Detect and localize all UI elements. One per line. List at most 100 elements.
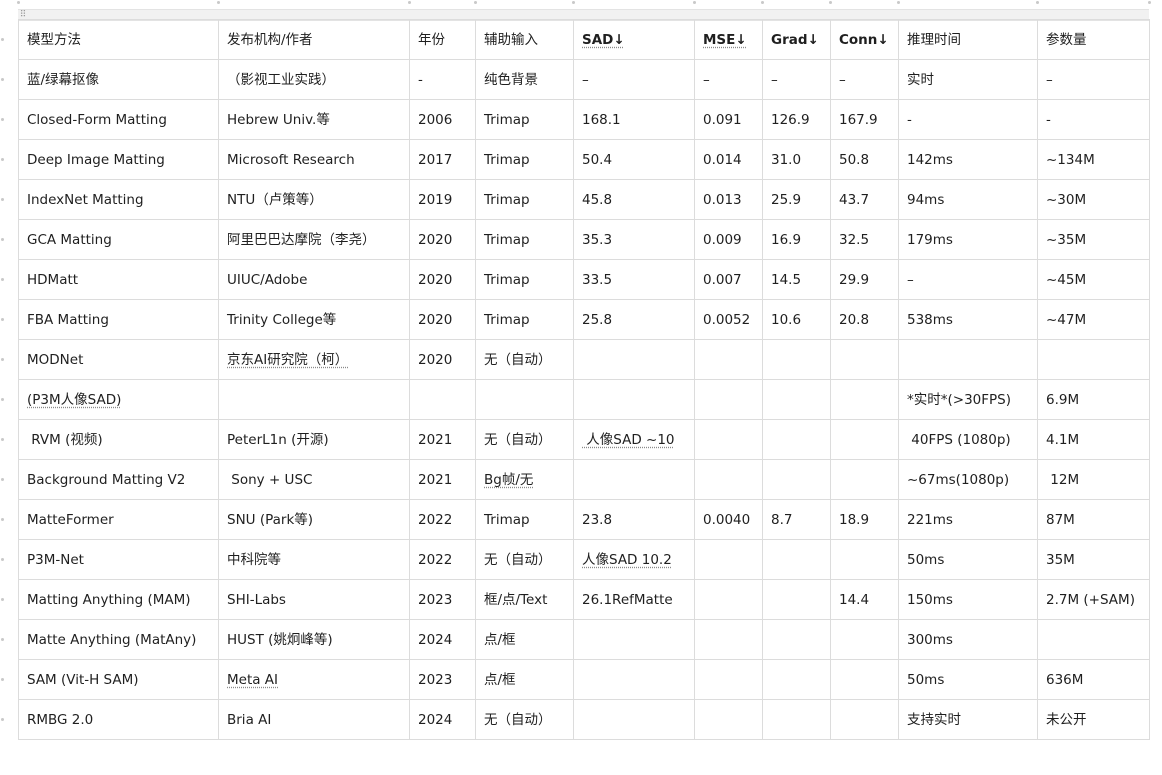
table-cell[interactable]: [573, 619, 695, 660]
table-cell[interactable]: 45.8: [573, 179, 695, 220]
table-cell[interactable]: P3M-Net: [18, 539, 219, 580]
table-cell[interactable]: FBA Matting: [18, 299, 219, 340]
table-cell[interactable]: 实时: [898, 59, 1038, 100]
table-cell[interactable]: GCA Matting: [18, 219, 219, 260]
table-cell[interactable]: [694, 659, 763, 700]
table-cell[interactable]: 2021: [409, 459, 476, 500]
table-cell[interactable]: [694, 419, 763, 460]
table-cell[interactable]: 2020: [409, 219, 476, 260]
table-cell[interactable]: 0.0052: [694, 299, 763, 340]
table-cell[interactable]: [762, 539, 831, 580]
table-cell[interactable]: –: [830, 59, 899, 100]
table-cell[interactable]: Hebrew Univ.等: [218, 99, 410, 140]
table-cell[interactable]: 14.5: [762, 259, 831, 300]
table-cell[interactable]: Trimap: [475, 179, 574, 220]
table-cell[interactable]: 2020: [409, 299, 476, 340]
table-cell[interactable]: 221ms: [898, 499, 1038, 540]
table-cell[interactable]: Matte Anything (MatAny): [18, 619, 219, 660]
table-cell[interactable]: 150ms: [898, 579, 1038, 620]
table-cell[interactable]: –: [1037, 59, 1150, 100]
table-cell[interactable]: 33.5: [573, 259, 695, 300]
table-cell[interactable]: 2024: [409, 619, 476, 660]
table-cell[interactable]: [1037, 339, 1150, 380]
table-cell[interactable]: [762, 699, 831, 740]
table-cell[interactable]: ~45M: [1037, 259, 1150, 300]
table-cell[interactable]: 人像SAD ~10: [573, 419, 695, 460]
table-cell[interactable]: 4.1M: [1037, 419, 1150, 460]
table-cell[interactable]: 2022: [409, 499, 476, 540]
table-cell[interactable]: 2022: [409, 539, 476, 580]
table-cell[interactable]: 人像SAD 10.2: [573, 539, 695, 580]
table-cell[interactable]: [573, 379, 695, 420]
table-cell[interactable]: 20.8: [830, 299, 899, 340]
table-cell[interactable]: –: [694, 59, 763, 100]
table-cell[interactable]: [830, 659, 899, 700]
table-header-cell[interactable]: Conn↓: [830, 19, 899, 60]
table-header-cell[interactable]: SAD↓: [573, 19, 695, 60]
table-cell[interactable]: 2.7M (+SAM): [1037, 579, 1150, 620]
table-cell[interactable]: ~67ms(1080p): [898, 459, 1038, 500]
table-cell[interactable]: 25.9: [762, 179, 831, 220]
table-cell[interactable]: [762, 619, 831, 660]
table-cell[interactable]: IndexNet Matting: [18, 179, 219, 220]
table-cell[interactable]: [694, 579, 763, 620]
table-cell[interactable]: 点/框: [475, 619, 574, 660]
table-header-cell[interactable]: 参数量: [1037, 19, 1150, 60]
table-cell[interactable]: ~30M: [1037, 179, 1150, 220]
table-cell[interactable]: Trimap: [475, 219, 574, 260]
table-cell[interactable]: 87M: [1037, 499, 1150, 540]
table-cell[interactable]: [830, 699, 899, 740]
table-cell[interactable]: 14.4: [830, 579, 899, 620]
table-cell[interactable]: PeterL1n (开源): [218, 419, 410, 460]
table-cell[interactable]: [694, 459, 763, 500]
table-cell[interactable]: 126.9: [762, 99, 831, 140]
table-cell[interactable]: 25.8: [573, 299, 695, 340]
table-cell[interactable]: SNU (Park等): [218, 499, 410, 540]
table-cell[interactable]: [762, 579, 831, 620]
table-cell[interactable]: Meta AI: [218, 659, 410, 700]
table-cell[interactable]: [762, 459, 831, 500]
table-cell[interactable]: 23.8: [573, 499, 695, 540]
table-cell[interactable]: UIUC/Adobe: [218, 259, 410, 300]
table-header-cell[interactable]: 发布机构/作者: [218, 19, 410, 60]
table-cell[interactable]: 0.091: [694, 99, 763, 140]
table-cell[interactable]: 点/框: [475, 659, 574, 700]
table-cell[interactable]: 26.1RefMatte: [573, 579, 695, 620]
table-cell[interactable]: [573, 699, 695, 740]
table-cell[interactable]: 框/点/Text: [475, 579, 574, 620]
table-cell[interactable]: 无（自动）: [475, 699, 574, 740]
table-cell[interactable]: [762, 339, 831, 380]
table-cell[interactable]: 40FPS (1080p): [898, 419, 1038, 460]
table-cell[interactable]: [898, 339, 1038, 380]
table-cell[interactable]: SHI-Labs: [218, 579, 410, 620]
table-header-cell[interactable]: Grad↓: [762, 19, 831, 60]
table-header-cell[interactable]: 年份: [409, 19, 476, 60]
table-cell[interactable]: (P3M人像SAD): [18, 379, 219, 420]
table-cell[interactable]: [218, 379, 410, 420]
table-cell[interactable]: [830, 419, 899, 460]
table-cell[interactable]: MatteFormer: [18, 499, 219, 540]
table-cell[interactable]: 50ms: [898, 539, 1038, 580]
table-cell[interactable]: 0.007: [694, 259, 763, 300]
table-cell[interactable]: （影视工业实践）: [218, 59, 410, 100]
table-cell[interactable]: 8.7: [762, 499, 831, 540]
table-cell[interactable]: Trinity College等: [218, 299, 410, 340]
table-cell[interactable]: 94ms: [898, 179, 1038, 220]
table-cell[interactable]: 2023: [409, 579, 476, 620]
table-cell[interactable]: [409, 379, 476, 420]
table-cell[interactable]: [573, 459, 695, 500]
table-cell[interactable]: 142ms: [898, 139, 1038, 180]
table-cell[interactable]: Background Matting V2: [18, 459, 219, 500]
table-cell[interactable]: ~35M: [1037, 219, 1150, 260]
table-cell[interactable]: 300ms: [898, 619, 1038, 660]
table-cell[interactable]: [830, 379, 899, 420]
table-cell[interactable]: 35M: [1037, 539, 1150, 580]
table-cell[interactable]: Closed-Form Matting: [18, 99, 219, 140]
table-cell[interactable]: Trimap: [475, 499, 574, 540]
table-cell[interactable]: 32.5: [830, 219, 899, 260]
table-cell[interactable]: [694, 339, 763, 380]
table-cell[interactable]: [762, 419, 831, 460]
table-cell[interactable]: 179ms: [898, 219, 1038, 260]
table-cell[interactable]: [694, 699, 763, 740]
table-cell[interactable]: Deep Image Matting: [18, 139, 219, 180]
